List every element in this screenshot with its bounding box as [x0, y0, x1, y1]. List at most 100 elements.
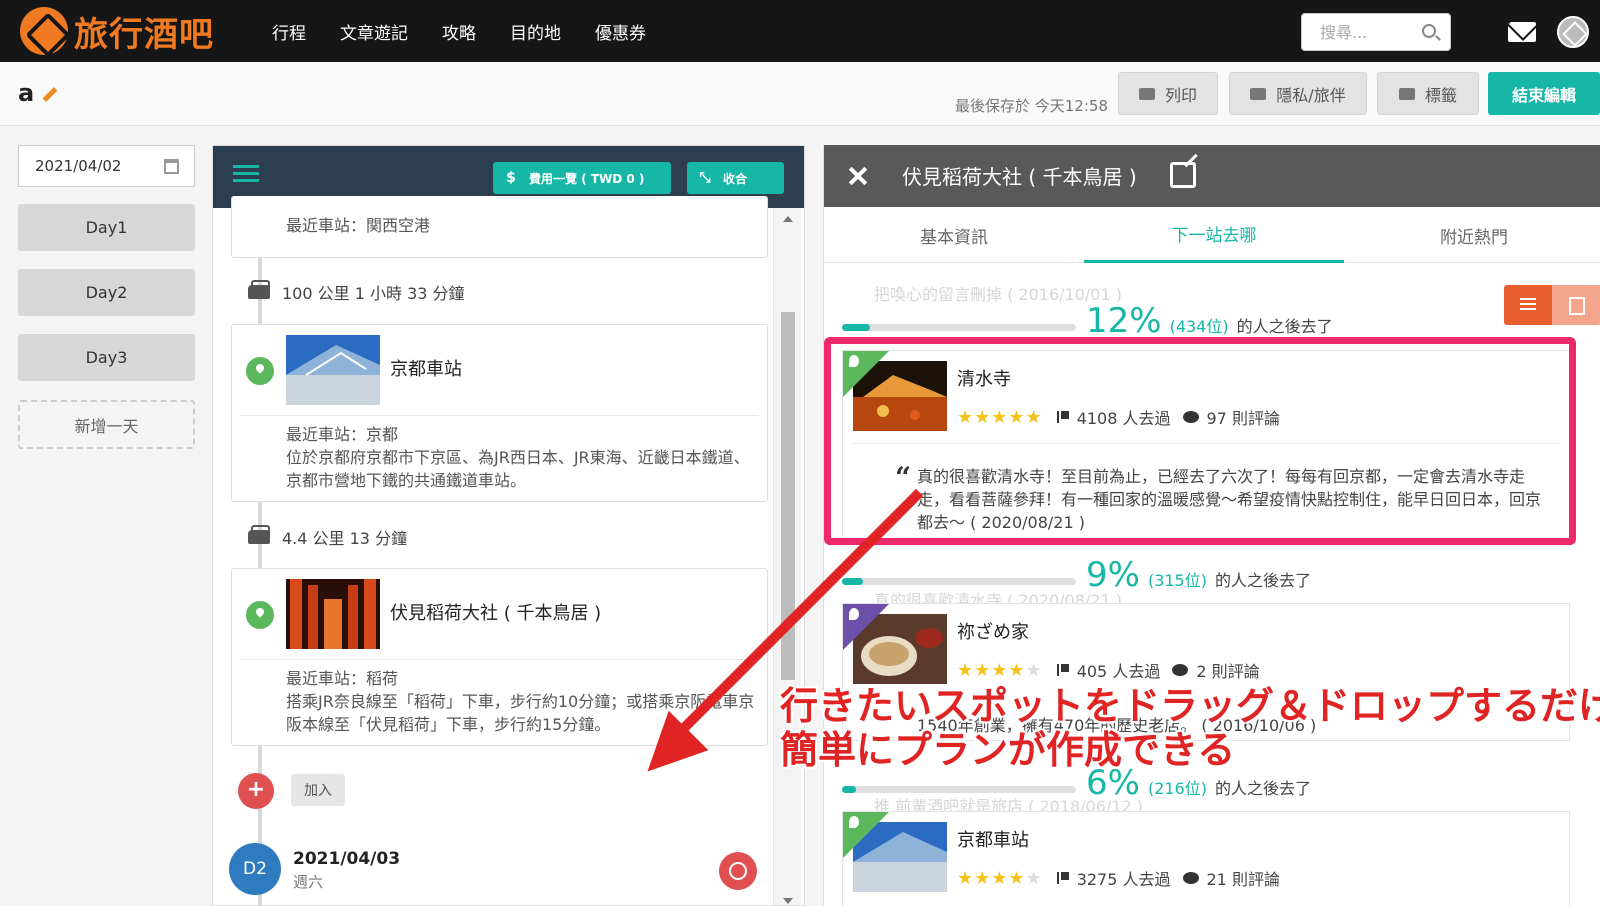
search-icon[interactable] [1422, 24, 1436, 38]
star-rating: ★★★★★ [957, 659, 1043, 681]
expense-label: 費用一覽 ( TWD 0 ) [529, 171, 645, 186]
card-title: 伏見稻荷大社 ( 千本鳥居 ) [390, 603, 602, 624]
car-icon [248, 280, 270, 299]
collapse-label: 收合 [723, 171, 748, 186]
nav-link-destinations[interactable]: 目的地 [510, 19, 561, 44]
site-logo[interactable]: 旅行酒吧 [20, 7, 214, 55]
finish-edit-button[interactable]: 結束編輯 [1488, 72, 1600, 115]
users-icon [1250, 87, 1267, 100]
faded-review-text: 把喚心的留言刪掉 ( 2016/10/01 ) [874, 285, 1122, 304]
calendar-icon[interactable] [164, 159, 179, 174]
scroll-up-icon[interactable] [783, 216, 793, 222]
percent-suffix: 的人之後去了 [1214, 571, 1311, 590]
card-title: 京都車站 [390, 359, 462, 380]
logo-icon [20, 7, 68, 55]
popularity-fill [842, 578, 864, 585]
popularity-fill [842, 324, 871, 331]
privacy-button[interactable]: 隱私/旅伴 [1229, 72, 1367, 115]
next-spot-card-kyoto-station[interactable]: 京都車站 ★★★★★ 3275 人去過 21 則評論 [842, 811, 1570, 906]
day-button-1[interactable]: Day1 [18, 204, 195, 251]
day-button-2[interactable]: Day2 [18, 269, 195, 316]
percent-value: 12% [1086, 301, 1162, 341]
external-link-icon[interactable] [1170, 162, 1196, 188]
search-input[interactable] [1302, 14, 1412, 50]
popularity-fill [842, 786, 857, 793]
day2-weekday: 週六 [293, 873, 324, 891]
promo-line-2: 簡単にプランが作成できる [780, 728, 1236, 772]
location-pin-icon [244, 355, 276, 387]
itinerary-scrollbar[interactable] [773, 208, 801, 905]
people-count: (434位) [1169, 317, 1229, 336]
add-spot-label[interactable]: 加入 [291, 774, 345, 806]
user-avatar[interactable] [1557, 16, 1589, 48]
list-view-icon[interactable] [1504, 285, 1552, 325]
day2-badge[interactable]: D2 [229, 843, 281, 895]
tags-label: 標籤 [1424, 85, 1457, 105]
scroll-down-icon[interactable] [783, 898, 793, 904]
promo-annotation: 行きたいスポットをドラッグ＆ドロップするだけで 簡単にプランが作成できる [780, 684, 1600, 772]
card-divider [240, 415, 759, 416]
day2-date: 2021/04/03 [293, 849, 401, 869]
print-button[interactable]: 列印 [1118, 72, 1218, 115]
outline-list-icon[interactable] [233, 165, 259, 185]
spot-meta: ★★★★★ 3275 人去過 21 則評論 [957, 866, 1280, 890]
fushimi-inari-photo [286, 579, 380, 649]
flag-icon [1056, 664, 1069, 676]
tags-button[interactable]: 標籤 [1377, 72, 1479, 115]
printer-icon [1138, 87, 1155, 100]
tab-nearby-popular[interactable]: 附近熱門 [1344, 207, 1600, 263]
airport-station: 最近車站：関西空港 [286, 216, 431, 235]
top-navbar: 旅行酒吧 行程 文章遊記 攻略 目的地 優惠券 [0, 0, 1600, 62]
spot-type-badge [843, 812, 889, 858]
car-icon [248, 525, 270, 544]
tag-icon [1398, 87, 1415, 100]
edit-pencil-icon[interactable] [42, 87, 58, 102]
nav-link-coupons[interactable]: 優惠券 [595, 19, 646, 44]
card-divider [240, 659, 759, 660]
itinerary-panel: $ 費用一覽 ( TWD 0 ) ⤡ 收合 最近車站：関西空港 100 公里 1… [212, 145, 805, 906]
mail-icon[interactable] [1508, 22, 1536, 42]
spot-meta: ★★★★★ 405 人去過 2 則評論 [957, 658, 1260, 682]
trip-title-bar: a 最後保存於 今天12:58 列印 隱私/旅伴 標籤 結束編輯 [0, 62, 1600, 126]
travel-segment-2: 4.4 公里 13 分鐘 [248, 525, 407, 549]
review-count: 2 則評論 [1196, 662, 1260, 681]
visit-count: 405 人去過 [1076, 662, 1161, 681]
review-count: 21 則評論 [1206, 870, 1280, 889]
map-view-icon[interactable] [1552, 285, 1600, 325]
spot-detail-panel: 伏見稻荷大社 ( 千本鳥居 ) 基本資訊 下一站去哪 附近熱門 把喚心的留言刪掉… [823, 145, 1600, 906]
nav-link-itinerary[interactable]: 行程 [272, 19, 306, 44]
dollar-icon: $ [506, 170, 516, 186]
people-count: (216位) [1147, 779, 1207, 798]
visit-count: 3275 人去過 [1076, 870, 1171, 889]
location-pin-icon [849, 816, 859, 828]
add-spot-button[interactable]: + [238, 773, 274, 809]
star-rating: ★★★★★ [957, 867, 1043, 889]
spot-card-kyoto-station[interactable]: 京都車站 最近車站：京都 位於京都府京都市下京區、為JR西日本、JR東海、近畿日… [231, 324, 768, 502]
percent-suffix: 的人之後去了 [1214, 779, 1311, 798]
day-button-3[interactable]: Day3 [18, 334, 195, 381]
view-toggle [1504, 285, 1600, 325]
travel-2-text: 4.4 公里 13 分鐘 [282, 529, 408, 548]
card-station: 最近車站：稻荷 [286, 669, 399, 688]
start-date-field[interactable]: 2021/04/02 [18, 145, 195, 187]
popularity-bar [842, 786, 1076, 793]
airport-card[interactable]: 最近車站：関西空港 [231, 196, 768, 258]
nav-link-guides[interactable]: 攻略 [442, 19, 476, 44]
card-description: 位於京都府京都市下京區、為JR西日本、JR東海、近畿日本鐵道、京都市營地下鐵的共… [286, 448, 750, 490]
print-label: 列印 [1164, 85, 1197, 105]
tab-basic-info[interactable]: 基本資訊 [824, 207, 1084, 263]
tab-next-stop[interactable]: 下一站去哪 [1084, 207, 1344, 263]
detail-tabs: 基本資訊 下一站去哪 附近熱門 [824, 207, 1600, 263]
compass-icon[interactable] [719, 852, 757, 890]
nav-link-articles[interactable]: 文章遊記 [340, 19, 408, 44]
privacy-label: 隱私/旅伴 [1276, 85, 1346, 105]
add-day-button[interactable]: 新增一天 [18, 400, 195, 449]
spot-name[interactable]: 祢ざめ家 [957, 618, 1029, 644]
card-body: 最近車站：京都 位於京都府京都市下京區、為JR西日本、JR東海、近畿日本鐵道、京… [286, 423, 756, 492]
spot-name[interactable]: 京都車站 [957, 826, 1029, 852]
collapse-button[interactable]: ⤡ 收合 [687, 162, 784, 194]
trip-title: a [18, 79, 35, 107]
last-saved-text: 最後保存於 今天12:58 [955, 97, 1108, 115]
expense-button[interactable]: $ 費用一覽 ( TWD 0 ) [493, 162, 671, 194]
close-icon[interactable] [842, 161, 872, 191]
